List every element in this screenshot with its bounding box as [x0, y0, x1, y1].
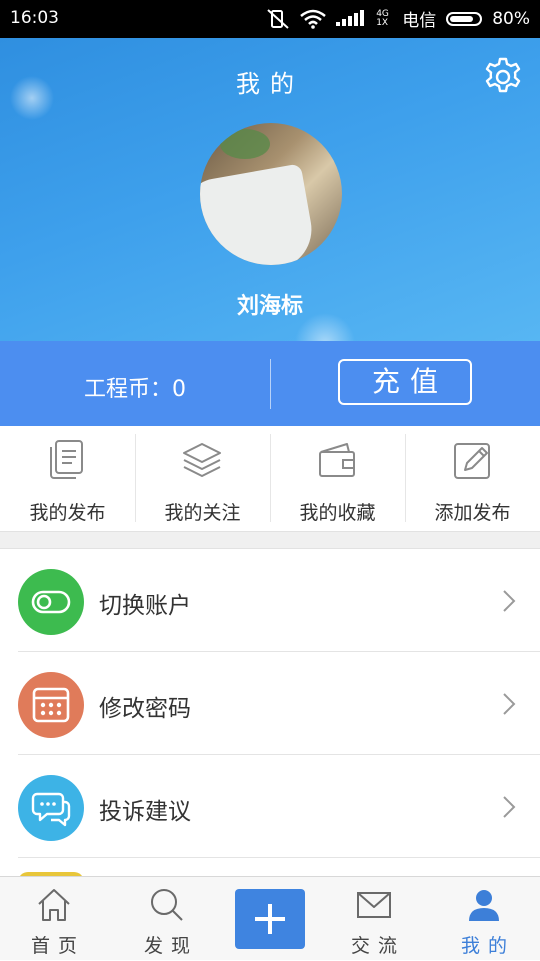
quick-action-label: 我的发布 [29, 502, 106, 524]
quick-action-label: 添加发布 [434, 502, 511, 524]
divider [270, 359, 271, 409]
nav-profile[interactable]: 我的 [430, 877, 538, 961]
coin-bar: 工程币：0 充值 [0, 341, 540, 426]
menu-item-partial [0, 858, 540, 882]
avatar-photo-detail [200, 163, 318, 265]
layers-icon [183, 443, 221, 477]
profile-header: 我的 刘海标 [0, 38, 540, 341]
vibrate-off-icon [267, 8, 289, 29]
change-password-icon-badge [18, 672, 84, 738]
quick-action-label: 我的收藏 [299, 502, 376, 524]
username: 刘海标 [236, 294, 303, 319]
menu-switch-account[interactable]: 切换账户 [0, 549, 540, 652]
add-button[interactable] [235, 889, 305, 949]
search-icon [151, 889, 183, 921]
status-bar: 16:03 4G 1X 电信 80% [0, 0, 540, 38]
nav-discover[interactable]: 发现 [113, 877, 221, 961]
quick-action-following[interactable]: 我的关注 [135, 426, 270, 531]
status-icons: 4G 1X 电信 80% [266, 6, 530, 31]
keypad-icon [32, 687, 70, 723]
battery-percent: 80% [492, 8, 530, 29]
signal-icon [336, 9, 365, 26]
menu-label: 修改密码 [99, 696, 191, 722]
nav-label: 首页 [30, 935, 85, 957]
battery-icon [446, 11, 483, 26]
page-title: 我的 [236, 70, 304, 98]
settings-gear-icon[interactable] [482, 56, 524, 98]
wifi-icon [300, 9, 327, 29]
avatar[interactable] [200, 123, 342, 265]
quick-action-add-post[interactable]: 添加发布 [405, 426, 540, 531]
home-icon [38, 889, 70, 921]
chevron-right-icon [503, 796, 516, 818]
chevron-right-icon [503, 693, 516, 715]
chat-icon [31, 792, 71, 827]
carrier-name: 电信 [402, 11, 437, 31]
nav-label: 发现 [143, 935, 198, 957]
quick-action-favorites[interactable]: 我的收藏 [270, 426, 405, 531]
feedback-icon-badge [18, 775, 84, 841]
quick-action-my-posts[interactable]: 我的发布 [0, 426, 135, 531]
user-icon [469, 890, 499, 921]
bottom-nav: 首页 发现 交流 我的 [0, 876, 540, 960]
mail-icon [357, 892, 391, 918]
switch-account-icon-badge [18, 569, 84, 635]
document-icon [50, 440, 83, 479]
menu-label: 切换账户 [99, 593, 191, 619]
nav-home[interactable]: 首页 [0, 877, 108, 961]
battery-level [450, 15, 473, 22]
quick-actions: 我的发布 我的关注 我的收藏 添加发布 [0, 426, 540, 531]
toggle-icon [31, 590, 71, 614]
avatar-photo-detail [220, 129, 270, 159]
recharge-button[interactable]: 充值 [338, 359, 472, 405]
wallet-icon [319, 443, 355, 477]
chevron-right-icon [503, 590, 516, 612]
edit-icon [454, 443, 490, 479]
network-type: 4G 1X [376, 8, 389, 28]
settings-list: 切换账户 修改密码 投诉建议 [0, 549, 540, 882]
quick-action-label: 我的关注 [164, 502, 241, 524]
menu-change-password[interactable]: 修改密码 [0, 652, 540, 755]
nav-label: 我的 [460, 935, 515, 957]
plus-icon [255, 904, 285, 934]
status-time: 16:03 [10, 8, 59, 28]
nav-label: 交流 [350, 935, 405, 957]
coin-balance: 工程币：0 [84, 377, 186, 402]
section-gap [0, 531, 540, 549]
nav-messages[interactable]: 交流 [320, 877, 428, 961]
menu-feedback[interactable]: 投诉建议 [0, 755, 540, 858]
menu-label: 投诉建议 [99, 799, 191, 825]
